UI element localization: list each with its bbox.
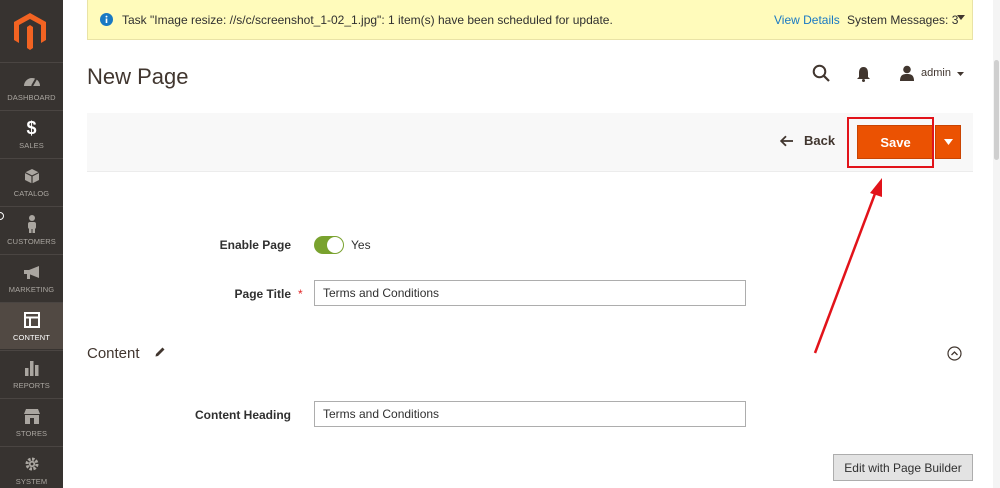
layout-icon <box>22 310 42 330</box>
collapse-section-icon[interactable] <box>947 346 962 361</box>
pencil-icon[interactable] <box>154 346 166 358</box>
enable-page-value: Yes <box>351 238 371 252</box>
page-title: New Page <box>87 64 189 89</box>
sidebar-item-dashboard[interactable]: DASHBOARD <box>0 62 63 109</box>
sidebar-item-content[interactable]: CONTENT <box>0 302 63 349</box>
view-details-link[interactable]: View Details <box>774 13 840 27</box>
cube-icon <box>22 166 42 186</box>
sidebar-item-system[interactable]: SYSTEM <box>0 446 63 488</box>
back-button-label: Back <box>804 133 836 148</box>
sidebar-item-customers[interactable]: CUSTOMERS <box>0 206 63 253</box>
info-icon <box>100 13 113 26</box>
sidebar-item-stores[interactable]: STORES <box>0 398 63 445</box>
bar-chart-icon <box>22 358 42 378</box>
save-options-toggle[interactable] <box>935 125 961 159</box>
sidebar-item-marketing[interactable]: MARKETING <box>0 254 63 301</box>
system-message-text: Task "Image resize: //s/c/screenshot_1-0… <box>122 12 613 27</box>
bell-icon[interactable] <box>856 66 871 82</box>
sidebar-item-label: CATALOG <box>13 189 50 198</box>
caret-down-icon <box>943 139 953 145</box>
megaphone-icon <box>22 262 42 282</box>
sidebar-item-label: MARKETING <box>8 285 55 294</box>
back-button[interactable]: Back <box>780 133 835 148</box>
gear-icon <box>22 454 42 474</box>
page-title-input[interactable] <box>314 280 746 306</box>
admin-user-menu[interactable]: admin <box>921 67 951 79</box>
sidebar-item-catalog[interactable]: CATALOG <box>0 158 63 205</box>
chevron-down-icon[interactable] <box>957 15 965 20</box>
sidebar-item-label: REPORTS <box>13 381 50 390</box>
content-heading-input[interactable] <box>314 401 746 427</box>
chevron-down-icon[interactable] <box>957 72 964 76</box>
enable-page-label: Enable Page <box>219 238 291 252</box>
sidebar-item-label: STORES <box>15 429 48 438</box>
person-icon <box>22 214 42 234</box>
dashboard-icon <box>22 70 42 90</box>
page-scrollbar[interactable] <box>993 0 1000 488</box>
content-section-title[interactable]: Content <box>87 345 140 362</box>
edit-with-page-builder-button[interactable]: Edit with Page Builder <box>833 454 973 481</box>
sidebar-item-label: SYSTEM <box>15 477 48 486</box>
admin-sidebar: DASHBOARD $ SALES CATALOG CUSTOMERS MARK… <box>0 0 63 488</box>
page-actions-toolbar: Back Save <box>87 113 973 172</box>
sidebar-item-label: CUSTOMERS <box>7 237 56 246</box>
search-icon[interactable] <box>812 64 830 82</box>
store-icon <box>22 406 42 426</box>
scrollbar-thumb[interactable] <box>994 60 999 160</box>
dollar-icon: $ <box>26 117 37 138</box>
magento-logo-icon[interactable] <box>13 12 47 50</box>
sidebar-item-label: SALES <box>19 141 44 150</box>
sidebar-item-label: CONTENT <box>13 333 50 342</box>
system-messages-toggle[interactable]: System Messages: 3 <box>847 13 958 27</box>
content-heading-label: Content Heading <box>195 408 291 422</box>
save-button[interactable]: Save <box>857 125 934 159</box>
arrow-left-icon <box>780 135 793 146</box>
system-message-bar: Task "Image resize: //s/c/screenshot_1-0… <box>87 0 973 40</box>
sidebar-item-reports[interactable]: REPORTS <box>0 350 63 397</box>
sidebar-item-sales[interactable]: $ SALES <box>0 110 63 157</box>
toggle-knob <box>327 237 343 253</box>
enable-page-toggle[interactable] <box>314 236 344 254</box>
user-icon[interactable] <box>899 65 915 81</box>
required-indicator: * <box>298 287 303 301</box>
page-title-label: Page Title <box>234 287 291 301</box>
sidebar-item-label: DASHBOARD <box>7 93 56 102</box>
